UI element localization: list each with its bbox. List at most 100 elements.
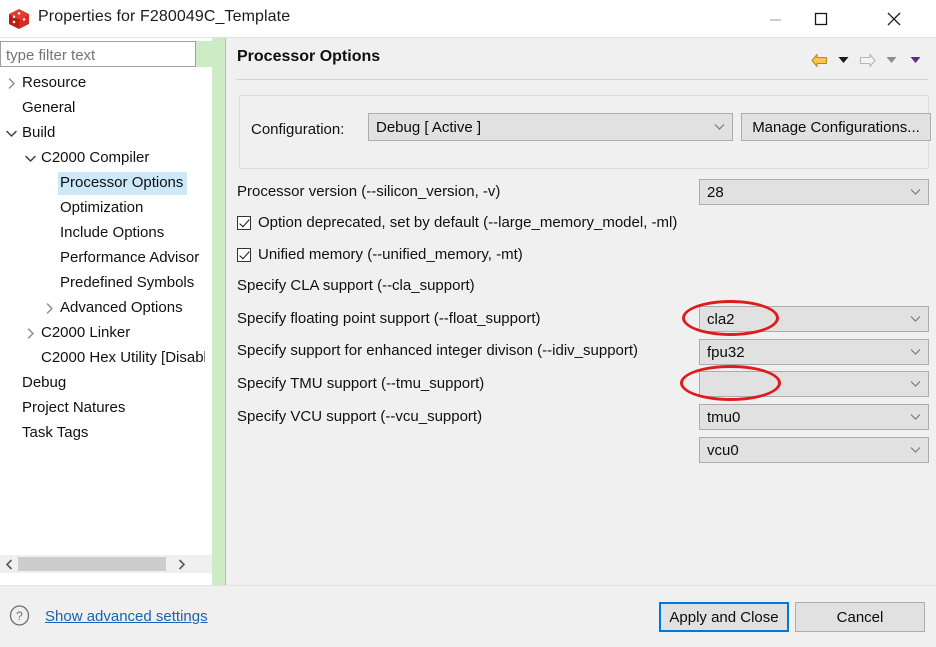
tree-item-label: Optimization bbox=[60, 199, 144, 216]
panel-accent-strip bbox=[212, 38, 225, 585]
option-label: Specify floating point support (--float_… bbox=[237, 310, 541, 327]
chevron-down-icon bbox=[910, 347, 921, 358]
manage-configurations-button[interactable]: Manage Configurations... bbox=[741, 113, 931, 141]
tree-item[interactable]: General bbox=[0, 96, 212, 121]
tree-item-label: C2000 Linker bbox=[41, 324, 131, 341]
svg-text:?: ? bbox=[16, 609, 23, 623]
chevron-right-icon[interactable] bbox=[22, 321, 39, 346]
option-checkbox-row[interactable]: Option deprecated, set by default (--lar… bbox=[237, 214, 677, 231]
window-title: Properties for F280049C_Template bbox=[38, 8, 291, 25]
maximize-icon[interactable] bbox=[798, 0, 844, 38]
tree-item[interactable]: C2000 Linker bbox=[0, 321, 212, 346]
option-combo[interactable]: 28 bbox=[699, 179, 929, 205]
option-combo-value: fpu32 bbox=[707, 343, 745, 361]
option-label: Specify support for enhanced integer div… bbox=[237, 342, 639, 359]
option-combo[interactable]: cla2 bbox=[699, 306, 929, 332]
checkbox-icon[interactable] bbox=[237, 247, 251, 262]
tree-item[interactable]: Advanced Options bbox=[0, 296, 212, 321]
chevron-down-icon[interactable] bbox=[3, 121, 20, 146]
tree-item-label: Task Tags bbox=[22, 424, 89, 441]
help-question-icon[interactable]: ? bbox=[9, 605, 30, 626]
close-icon[interactable] bbox=[871, 0, 917, 38]
tree-item[interactable]: C2000 Hex Utility [Disabled] bbox=[0, 346, 212, 371]
tree-item[interactable]: Optimization bbox=[0, 196, 212, 221]
tree-item-label: Performance Advisor bbox=[60, 249, 200, 266]
panel-nav-icons bbox=[807, 50, 927, 70]
configuration-label: Configuration: bbox=[251, 121, 345, 138]
processor-options-panel: Processor Options Configuration: Debug [… bbox=[226, 38, 936, 585]
minimize-icon[interactable] bbox=[752, 0, 798, 38]
tree-item-label: Processor Options bbox=[58, 172, 188, 195]
show-advanced-settings-link[interactable]: Show advanced settings bbox=[45, 608, 208, 625]
chevron-down-icon[interactable] bbox=[22, 146, 39, 171]
back-dropdown-icon[interactable] bbox=[831, 50, 855, 70]
settings-tree-panel: Resource General Build C2000 Compiler Proces… bbox=[0, 38, 212, 585]
tree-item-label: Advanced Options bbox=[60, 299, 183, 316]
tree-item-label: Debug bbox=[22, 374, 67, 391]
option-combo-value: vcu0 bbox=[707, 441, 739, 459]
tree-item-label: C2000 Hex Utility [Disabled] bbox=[41, 349, 205, 366]
chevron-right-icon[interactable] bbox=[41, 296, 58, 321]
tree-item[interactable]: C2000 Compiler bbox=[0, 146, 212, 171]
option-label: Unified memory (--unified_memory, -mt) bbox=[258, 246, 523, 263]
scroll-left-icon[interactable] bbox=[0, 555, 18, 573]
tree-item[interactable]: Performance Advisor bbox=[0, 246, 212, 271]
forward-dropdown-icon[interactable] bbox=[879, 50, 903, 70]
option-combo-value: 28 bbox=[707, 183, 724, 201]
tree-item[interactable]: Resource bbox=[0, 71, 212, 96]
tree-item-label: Project Natures bbox=[22, 399, 126, 416]
chevron-down-icon bbox=[714, 122, 725, 133]
cancel-button[interactable]: Cancel bbox=[795, 602, 925, 632]
option-label: Specify VCU support (--vcu_support) bbox=[237, 408, 483, 425]
option-combo[interactable]: tmu0 bbox=[699, 404, 929, 430]
chevron-right-icon[interactable] bbox=[3, 71, 20, 96]
back-arrow-icon[interactable] bbox=[807, 50, 831, 70]
configuration-group: Configuration: Debug [ Active ] Manage C… bbox=[239, 95, 931, 169]
view-menu-dropdown-icon[interactable] bbox=[903, 50, 927, 70]
tree-item[interactable]: Processor Options bbox=[0, 171, 212, 196]
option-label: Option deprecated, set by default (--lar… bbox=[258, 214, 678, 231]
apply-and-close-button[interactable]: Apply and Close bbox=[659, 602, 789, 632]
tree-item[interactable]: Debug bbox=[0, 371, 212, 396]
configuration-combo[interactable]: Debug [ Active ] bbox=[368, 113, 733, 141]
tree-item[interactable]: Predefined Symbols bbox=[0, 271, 212, 296]
filter-input[interactable] bbox=[6, 45, 192, 65]
option-combo[interactable] bbox=[699, 371, 929, 397]
tree-item[interactable]: Include Options bbox=[0, 221, 212, 246]
forward-arrow-icon[interactable] bbox=[855, 50, 879, 70]
page-title: Processor Options bbox=[237, 48, 381, 65]
settings-tree[interactable]: Resource General Build C2000 Compiler Proces… bbox=[0, 71, 212, 553]
filter-box[interactable] bbox=[0, 41, 196, 67]
option-label: Processor version (--silicon_version, -v… bbox=[237, 183, 501, 200]
checkbox-icon[interactable] bbox=[237, 215, 251, 230]
option-checkbox-row[interactable]: Unified memory (--unified_memory, -mt) bbox=[237, 246, 523, 263]
tree-item-label: General bbox=[22, 99, 76, 116]
dialog-footer: ? Show advanced settings Apply and Close… bbox=[0, 585, 936, 647]
option-combo[interactable]: vcu0 bbox=[699, 437, 929, 463]
scroll-right-icon[interactable] bbox=[172, 555, 190, 573]
tree-item-label: Include Options bbox=[60, 224, 165, 241]
tree-item-label: C2000 Compiler bbox=[41, 149, 150, 166]
properties-dialog: Properties for F280049C_Template Resourc… bbox=[0, 0, 936, 647]
chevron-down-icon bbox=[910, 379, 921, 390]
tree-item[interactable]: Task Tags bbox=[0, 421, 212, 446]
option-label: Specify CLA support (--cla_support) bbox=[237, 277, 475, 294]
tree-item[interactable]: Project Natures bbox=[0, 396, 212, 421]
option-combo-value: tmu0 bbox=[707, 408, 741, 426]
tree-item-label: Resource bbox=[22, 74, 87, 91]
configuration-value: Debug [ Active ] bbox=[376, 118, 482, 136]
ccs-cube-icon bbox=[7, 7, 31, 31]
option-label: Specify TMU support (--tmu_support) bbox=[237, 375, 485, 392]
tree-horizontal-scrollbar[interactable] bbox=[0, 555, 212, 573]
option-combo[interactable]: fpu32 bbox=[699, 339, 929, 365]
tree-item[interactable]: Build bbox=[0, 121, 212, 146]
scrollbar-thumb[interactable] bbox=[18, 557, 166, 571]
